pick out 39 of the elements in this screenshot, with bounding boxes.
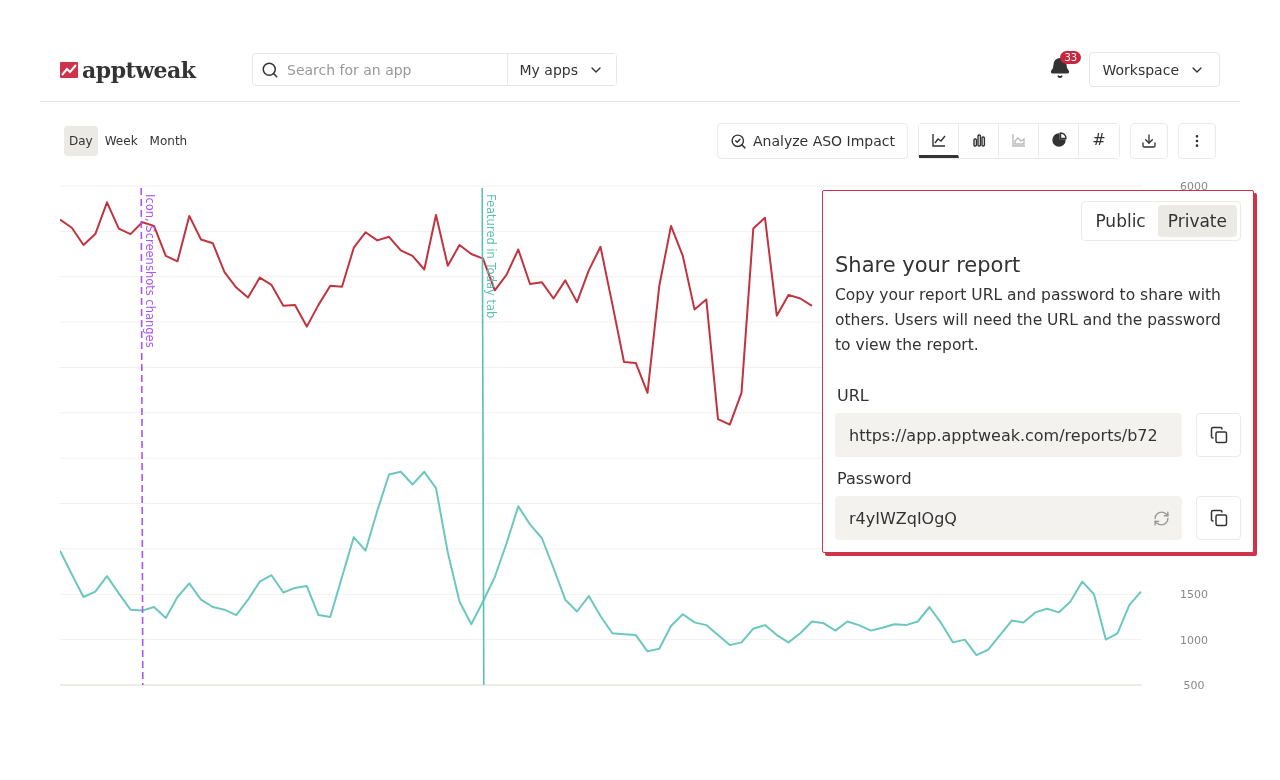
search-box[interactable]: Search for an app <box>253 54 508 85</box>
axis-tick-label: 500 <box>1183 679 1205 692</box>
line-chart-icon <box>930 131 947 148</box>
event-label: Icon, Screenshots changes <box>143 194 157 348</box>
password-label: Password <box>837 469 913 488</box>
chart-type-tab[interactable] <box>919 124 959 158</box>
axis-tick-label: 6000 <box>1180 180 1208 193</box>
password-field[interactable]: r4yIWZqIOgQ <box>847 507 1147 529</box>
url-field[interactable]: https://app.apptweak.com/reports/b72 <box>847 424 1170 446</box>
refresh-icon[interactable] <box>1153 509 1170 527</box>
copy-icon <box>1209 509 1228 527</box>
panel-title: Share your report <box>835 253 1022 277</box>
pie-chart-icon <box>1050 131 1067 148</box>
area-chart-icon <box>1010 131 1027 148</box>
period-tab[interactable]: Day <box>64 126 98 156</box>
axis-tick-label: 1000 <box>1180 633 1208 647</box>
notification-badge: 33 <box>1060 50 1082 64</box>
analyze-button[interactable]: Analyze ASO Impact <box>717 123 908 159</box>
magnifier-check-icon <box>730 132 748 150</box>
url-label: URL <box>837 386 870 405</box>
axis-tick-label: 1500 <box>1180 588 1208 602</box>
copy-button[interactable] <box>1196 496 1241 540</box>
bar-chart-icon <box>970 131 987 148</box>
panel-description: Copy your report URL and password to share with others. Users will need the URL and the password to view the report. <box>835 285 1222 356</box>
event-label: Featured in Today tab <box>484 194 498 319</box>
logo-icon <box>60 61 78 78</box>
hash-symbol: # <box>1092 130 1106 149</box>
logo-text: apptweak <box>82 56 196 83</box>
period-tab[interactable]: Week <box>99 126 143 156</box>
copy-button[interactable] <box>1196 413 1241 457</box>
workspace-dropdown[interactable]: Workspace <box>1089 52 1220 87</box>
search-icon <box>261 60 279 79</box>
copy-icon <box>1209 426 1228 444</box>
password-box[interactable]: r4yIWZqIOgQ <box>835 496 1182 540</box>
url-box[interactable]: https://app.apptweak.com/reports/b72 <box>835 413 1182 457</box>
period-tab[interactable]: Month <box>144 126 193 156</box>
visibility-tab[interactable]: Private <box>1157 205 1237 237</box>
download-icon <box>1141 133 1157 149</box>
download-button[interactable] <box>1130 123 1168 159</box>
